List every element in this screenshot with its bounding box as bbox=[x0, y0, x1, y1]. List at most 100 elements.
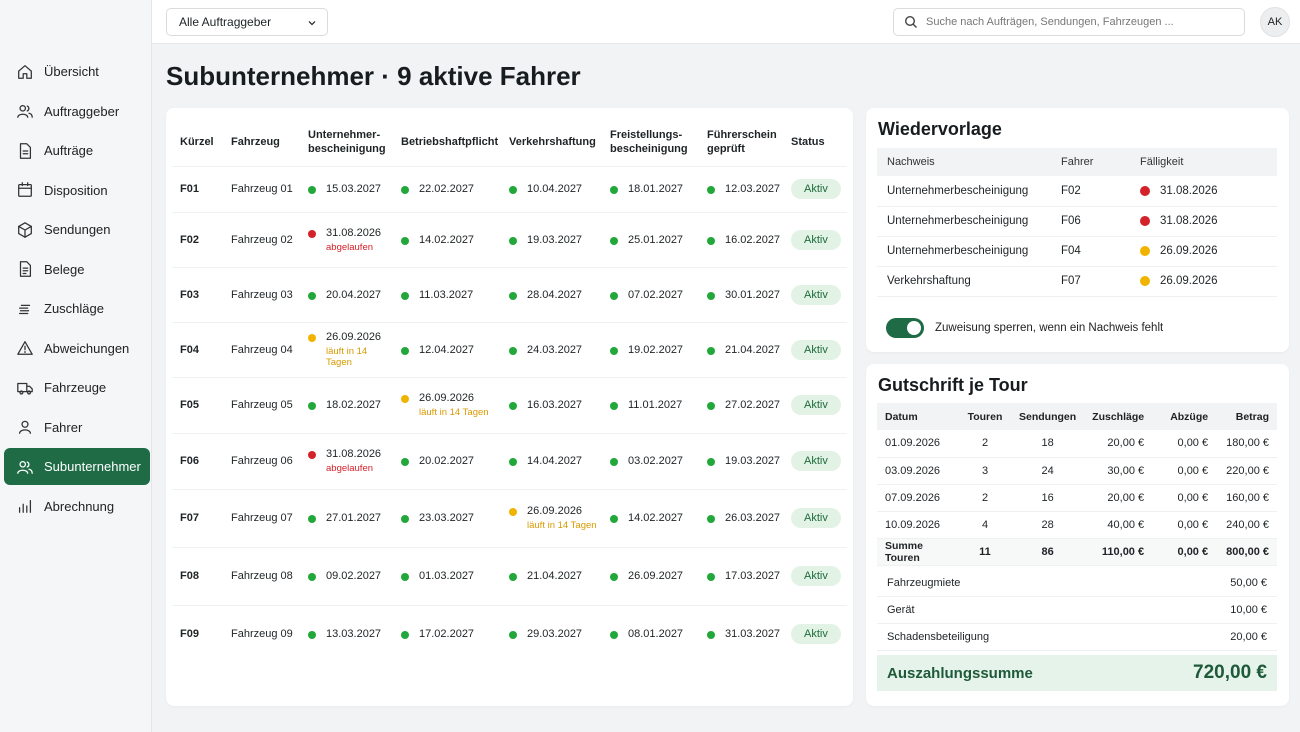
column-header: Freistellungs- bescheinigung bbox=[610, 128, 688, 155]
expiry-date: 31.03.2027 bbox=[725, 627, 781, 640]
status-dot bbox=[707, 346, 715, 355]
driver-code: F07 bbox=[172, 488, 223, 547]
sidebar-item-disposition[interactable]: Disposition bbox=[4, 172, 150, 209]
table-cell: 16 bbox=[1011, 484, 1085, 512]
status-dot bbox=[707, 186, 715, 194]
status-dot bbox=[610, 458, 618, 466]
status-dot bbox=[308, 451, 316, 459]
lock-assignment-toggle[interactable] bbox=[886, 318, 924, 338]
table-row: Unternehmerbescheinigung F02 31.08.2026 bbox=[877, 176, 1277, 207]
due-cell: 26.09.2026 bbox=[1130, 266, 1277, 297]
expiry-date: 26.09.2027 bbox=[628, 570, 684, 582]
date-status: 26.09.2026 läuft in 14 Tagen bbox=[509, 505, 602, 531]
status-dot bbox=[707, 630, 715, 639]
document-date-cell: 11.03.2027 bbox=[393, 266, 501, 322]
wiedervorlage-table: Nachweis Fahrer Fälligkeit Unternehmerbesc… bbox=[877, 148, 1277, 297]
sidebar-item-label: Abweichungen bbox=[44, 340, 130, 356]
expiry-date: 24.03.2027 bbox=[527, 343, 583, 356]
expiry-date: 17.03.2027 bbox=[725, 570, 781, 582]
date-block: 14.02.2027 bbox=[419, 234, 474, 246]
sidebar-item-belege[interactable]: Belege bbox=[4, 251, 150, 288]
column-header: Sendungen bbox=[1011, 403, 1085, 430]
client-select[interactable]: Alle Auftraggeber bbox=[166, 8, 328, 36]
search-input[interactable]: Suche nach Aufträgen, Sendungen, Fahrzeu… bbox=[893, 8, 1245, 36]
sidebar-item-subunternehmer[interactable]: Subunternehmer bbox=[4, 448, 150, 485]
driver-code: F02 bbox=[1051, 176, 1130, 207]
sidebar-item-zuschläge[interactable]: Zuschläge bbox=[4, 290, 150, 327]
document-date-cell: 14.02.2027 bbox=[393, 211, 501, 267]
status-dot bbox=[401, 186, 409, 194]
document-type: Unternehmerbescheinigung bbox=[877, 176, 1051, 207]
sidebar-item-label: Übersicht bbox=[44, 64, 99, 79]
date-block: 26.09.2026 läuft in 14 Tagen bbox=[419, 392, 489, 418]
document-date-cell: 16.03.2027 bbox=[501, 376, 602, 433]
status-dot bbox=[610, 291, 618, 300]
status-cell: Aktiv bbox=[783, 321, 847, 377]
sum-cell: 800,00 € bbox=[1216, 538, 1277, 566]
status-badge: Aktiv bbox=[791, 623, 841, 644]
date-block: 23.03.2027 bbox=[419, 512, 474, 524]
date-block: 11.01.2027 bbox=[628, 399, 682, 411]
status-dot bbox=[610, 186, 618, 194]
sidebar-nav: Übersicht Auftraggeber Aufträge Disposition… bbox=[4, 53, 150, 527]
date-status: 01.03.2027 bbox=[401, 570, 501, 582]
expiry-date: 31.08.2026 bbox=[326, 226, 382, 239]
status-dot bbox=[509, 630, 517, 639]
table-cell: 03.09.2026 bbox=[877, 457, 959, 485]
avatar[interactable]: AK bbox=[1260, 7, 1290, 37]
document-date-cell: 18.02.2027 bbox=[300, 376, 393, 433]
sidebar-item-abweichungen[interactable]: Abweichungen bbox=[4, 330, 150, 367]
date-status: 16.02.2027 bbox=[707, 234, 783, 246]
sidebar-item-auftraggeber[interactable]: Auftraggeber bbox=[4, 93, 150, 130]
date-status: 29.03.2027 bbox=[509, 628, 602, 640]
document-date-cell: 14.02.2027 bbox=[602, 488, 699, 547]
sidebar-item-aufträge[interactable]: Aufträge bbox=[4, 132, 150, 169]
status-dot bbox=[610, 573, 618, 581]
expiry-date: 03.02.2027 bbox=[628, 455, 684, 467]
status-dot bbox=[610, 346, 618, 355]
date-block: 15.03.2027 bbox=[326, 183, 381, 195]
date-status: 17.03.2027 bbox=[707, 570, 783, 582]
sidebar-item-fahrzeuge[interactable]: Fahrzeuge bbox=[4, 369, 150, 406]
due-status: 31.08.2026 bbox=[1140, 215, 1277, 227]
document-date-cell: 13.03.2027 bbox=[300, 604, 393, 662]
document-date-cell: 31.08.2026 abgelaufen bbox=[300, 211, 393, 267]
sidebar-item-übersicht[interactable]: Übersicht bbox=[4, 53, 150, 90]
date-block: 27.01.2027 bbox=[326, 512, 381, 524]
sidebar-item-sendungen[interactable]: Sendungen bbox=[4, 211, 150, 248]
status-dot bbox=[401, 291, 409, 300]
sum-cell: 11 bbox=[959, 538, 1011, 566]
sidebar-item-abrechnung[interactable]: Abrechnung bbox=[4, 488, 150, 525]
table-row: F04 Fahrzeug 04 26.09.2026 läuft in 14 Tage… bbox=[172, 321, 847, 377]
expiry-note: läuft in 14 Tagen bbox=[527, 520, 597, 531]
column-header: Fahrer bbox=[1051, 148, 1130, 176]
status-dot bbox=[308, 402, 316, 410]
status-dot bbox=[1140, 276, 1150, 286]
document-type: Unternehmerbescheinigung bbox=[877, 236, 1051, 267]
date-status: 18.01.2027 bbox=[610, 183, 699, 195]
sidebar-item-label: Fahrer bbox=[44, 419, 83, 435]
status-badge: Aktiv bbox=[791, 508, 841, 528]
column-header: Abzüge bbox=[1152, 403, 1217, 430]
deduction-value: 20,00 € bbox=[1230, 631, 1267, 643]
table-cell: 40,00 € bbox=[1084, 511, 1153, 539]
expiry-date: 16.02.2027 bbox=[725, 233, 781, 246]
status-dot bbox=[509, 346, 517, 355]
document-type: Verkehrshaftung bbox=[877, 266, 1051, 297]
date-block: 29.03.2027 bbox=[527, 628, 582, 640]
table-cell: 2 bbox=[959, 430, 1011, 458]
sidebar-item-fahrer[interactable]: Fahrer bbox=[4, 409, 150, 446]
date-block: 12.04.2027 bbox=[419, 344, 474, 356]
status-cell: Aktiv bbox=[783, 376, 847, 433]
column-header: Zuschläge bbox=[1084, 403, 1153, 430]
table-cell: 24 bbox=[1011, 457, 1085, 485]
sum-cell: Summe Touren bbox=[877, 538, 959, 566]
user-icon bbox=[18, 420, 32, 434]
status-badge: Aktiv bbox=[791, 339, 841, 360]
driver-code: F04 bbox=[172, 321, 223, 377]
document-date-cell: 09.02.2027 bbox=[300, 546, 393, 605]
gutschrift-card: Gutschrift je Tour Datum Touren Sendungen Z… bbox=[866, 364, 1289, 706]
date-block: 17.02.2027 bbox=[419, 628, 474, 640]
document-date-cell: 24.03.2027 bbox=[501, 321, 602, 377]
table-cell: 0,00 € bbox=[1152, 430, 1217, 458]
